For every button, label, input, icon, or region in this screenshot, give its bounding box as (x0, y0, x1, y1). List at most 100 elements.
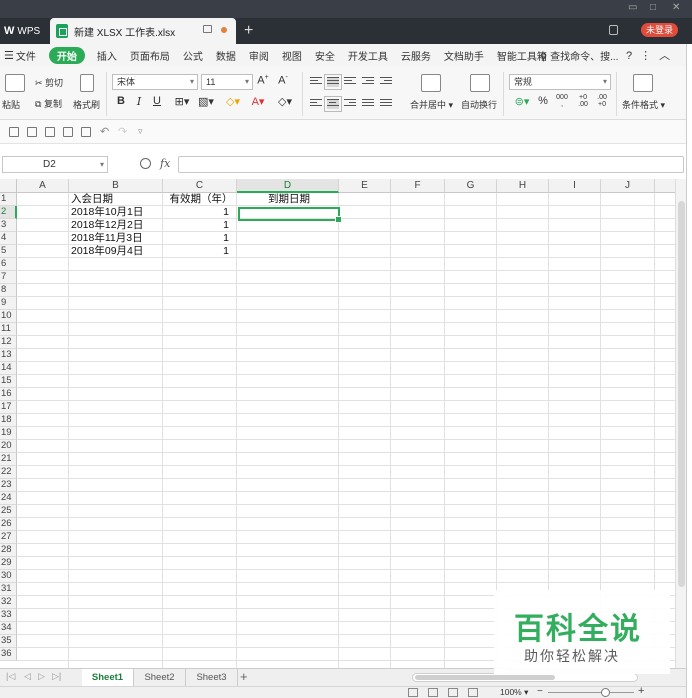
align-left-icon[interactable] (310, 99, 322, 109)
menu-cloud[interactable]: 云服务 (401, 48, 431, 63)
row-header-12[interactable]: 12 (0, 336, 17, 349)
row-header-3[interactable]: 3 (0, 219, 17, 232)
column-header-i[interactable]: I (549, 179, 601, 193)
fill-color-icon[interactable]: ◇▾ (222, 95, 244, 108)
row-header-25[interactable]: 25 (0, 505, 17, 518)
cell-c2[interactable]: 1 (163, 206, 235, 219)
row-header-34[interactable]: 34 (0, 622, 17, 635)
print-preview-icon[interactable] (81, 127, 91, 137)
menu-insert[interactable]: 插入 (97, 48, 117, 63)
bold-icon[interactable]: B (114, 95, 128, 107)
column-header-f[interactable]: F (391, 179, 445, 193)
row-header-9[interactable]: 9 (0, 297, 17, 310)
row-header-22[interactable]: 22 (0, 466, 17, 479)
minimize-icon[interactable]: ▭ (628, 2, 637, 13)
row-header-24[interactable]: 24 (0, 492, 17, 505)
zoom-out-icon[interactable]: − (537, 686, 543, 697)
row-header-17[interactable]: 17 (0, 401, 17, 414)
row-header-28[interactable]: 28 (0, 544, 17, 557)
menu-start[interactable]: 开始 (48, 46, 85, 64)
conditional-format-button[interactable]: 条件格式 ▾ (622, 98, 665, 111)
redo-icon[interactable]: ↷ (118, 125, 127, 138)
decrease-decimal-icon[interactable]: .00 +0 (594, 94, 610, 108)
wrap-text-icon[interactable] (470, 74, 490, 92)
merge-center-button[interactable]: 合并居中 ▾ (410, 98, 453, 111)
zoom-in-icon[interactable]: + (638, 685, 644, 697)
row-header-10[interactable]: 10 (0, 310, 17, 323)
justify-icon[interactable] (362, 99, 374, 109)
page-break-view-icon[interactable] (448, 688, 458, 697)
zoom-icon[interactable] (140, 158, 151, 169)
row-header-5[interactable]: 5 (0, 245, 17, 258)
format-painter-button[interactable]: 格式刷 (73, 98, 100, 111)
row-header-35[interactable]: 35 (0, 635, 17, 648)
menu-dev-tools[interactable]: 开发工具 (348, 48, 388, 63)
increase-decimal-icon[interactable]: +0.00 (575, 94, 591, 108)
column-header-g[interactable]: G (445, 179, 497, 193)
row-header-33[interactable]: 33 (0, 609, 17, 622)
cell-b3[interactable]: 2018年12月2日 (71, 219, 163, 232)
copy-button[interactable]: ⧉ 复制 (35, 97, 62, 110)
row-header-8[interactable]: 8 (0, 284, 17, 297)
row-header-36[interactable]: 36 (0, 648, 17, 661)
cell-c5[interactable]: 1 (163, 245, 235, 258)
more-icon[interactable]: ⋮ (640, 50, 659, 62)
column-header-h[interactable]: H (497, 179, 549, 193)
column-header-c[interactable]: C (163, 179, 237, 193)
zoom-slider-handle[interactable] (601, 688, 610, 697)
last-sheet-icon[interactable]: ▷| (52, 671, 61, 682)
next-sheet-icon[interactable]: ▷ (38, 671, 45, 682)
number-format-select[interactable]: 常规 ▾ (509, 74, 611, 90)
menu-view[interactable]: 视图 (282, 48, 302, 63)
align-top-icon[interactable] (310, 77, 322, 87)
row-header-11[interactable]: 11 (0, 323, 17, 336)
align-bottom-icon[interactable] (344, 77, 356, 87)
italic-icon[interactable]: I (132, 95, 146, 108)
cell-b1[interactable]: 入会日期 (71, 193, 163, 206)
merge-center-icon[interactable] (421, 74, 441, 92)
row-header-31[interactable]: 31 (0, 583, 17, 596)
row-header-19[interactable]: 19 (0, 427, 17, 440)
horizontal-scrollbar[interactable] (412, 673, 638, 682)
row-header-7[interactable]: 7 (0, 271, 17, 284)
screen-icon[interactable] (203, 25, 212, 33)
decrease-font-icon[interactable]: A- (276, 74, 290, 87)
font-color-icon[interactable]: A▾ (248, 95, 268, 108)
increase-font-icon[interactable]: A+ (256, 74, 270, 87)
row-header-32[interactable]: 32 (0, 596, 17, 609)
column-header-e[interactable]: E (339, 179, 391, 193)
cell-c3[interactable]: 1 (163, 219, 235, 232)
currency-icon[interactable]: ⊜▾ (512, 95, 532, 108)
row-header-16[interactable]: 16 (0, 388, 17, 401)
vertical-scroll-thumb[interactable] (678, 201, 685, 587)
sheet-tab-sheet2[interactable]: Sheet2 (134, 669, 186, 686)
wps-home-tab[interactable]: W WPS (0, 20, 48, 42)
print-icon[interactable] (63, 127, 73, 137)
hamburger-icon[interactable]: ☰ (4, 49, 14, 62)
device-icon[interactable] (609, 25, 618, 35)
paste-icon[interactable] (5, 74, 25, 92)
add-sheet-button[interactable]: + (240, 669, 248, 684)
column-header-d[interactable]: D (237, 179, 339, 193)
clear-format-icon[interactable]: ◇▾ (274, 95, 296, 108)
column-header-a[interactable]: A (17, 179, 69, 193)
indent-increase-icon[interactable] (380, 77, 392, 87)
font-size-select[interactable]: 11 ▾ (201, 74, 253, 90)
cell-d1[interactable]: 到期日期 (239, 193, 339, 206)
menu-formula[interactable]: 公式 (183, 48, 203, 63)
vertical-scrollbar[interactable] (675, 179, 686, 668)
menu-security[interactable]: 安全 (315, 48, 335, 63)
row-header-4[interactable]: 4 (0, 232, 17, 245)
new-file-icon[interactable] (9, 127, 19, 137)
font-name-select[interactable]: 宋体 ▾ (112, 74, 198, 90)
thousands-icon[interactable]: 000 ‚ (554, 94, 570, 108)
paste-button[interactable]: 粘贴 (2, 98, 20, 111)
border-icon[interactable]: ⊞▾ (172, 95, 192, 108)
customize-toolbar-icon[interactable]: ▿ (138, 126, 143, 137)
wrap-text-button[interactable]: 自动换行 (461, 98, 497, 111)
document-tab[interactable]: 新建 XLSX 工作表.xlsx (50, 18, 236, 44)
active-cell-selection[interactable] (238, 207, 342, 223)
prev-sheet-icon[interactable]: ◁ (24, 671, 31, 682)
row-header-23[interactable]: 23 (0, 479, 17, 492)
fill-pattern-icon[interactable]: ▧▾ (196, 95, 216, 108)
